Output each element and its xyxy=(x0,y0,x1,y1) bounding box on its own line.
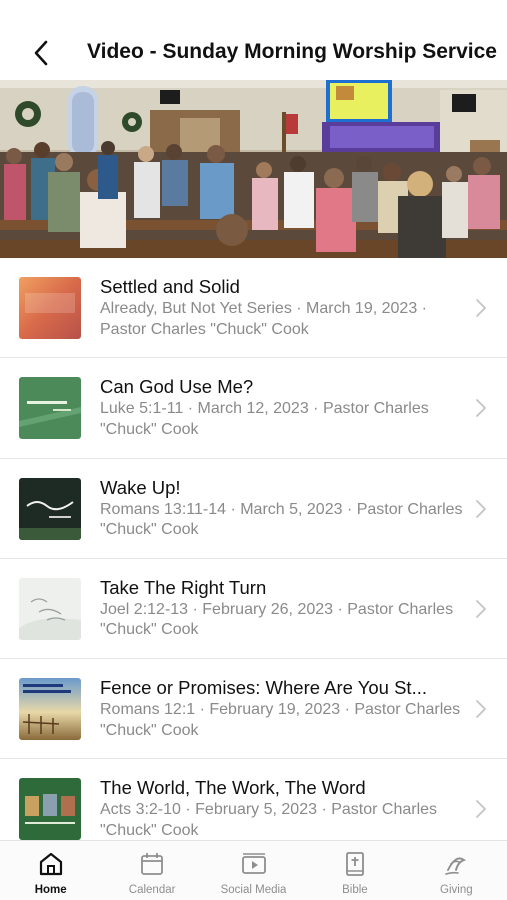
sermon-list-item[interactable]: Take The Right Turn Joel 2:12-13 · Febru… xyxy=(0,559,507,660)
tab-label: Bible xyxy=(342,884,368,896)
sermon-list-item[interactable]: Wake Up! Romans 13:11-14 · March 5, 2023… xyxy=(0,459,507,559)
chevron-right-icon xyxy=(476,499,486,518)
sermon-thumbnail xyxy=(19,477,81,540)
sermon-thumbnail xyxy=(19,778,81,840)
church-interior-image xyxy=(0,80,507,258)
chevron-right-icon xyxy=(476,299,486,317)
sermon-list-item[interactable]: Fence or Promises: Where Are You St... R… xyxy=(0,659,507,760)
sermon-title: The World, The Work, The Word xyxy=(100,777,366,799)
sermon-artwork-image xyxy=(19,477,81,540)
sermon-list-item[interactable]: Can God Use Me? Luke 5:1-11 · March 12, … xyxy=(0,358,507,459)
chevron-right-icon xyxy=(476,800,486,819)
tab-giving[interactable]: Giving xyxy=(406,841,507,900)
sermon-thumbnail xyxy=(19,377,81,440)
calendar-icon xyxy=(141,853,164,875)
tab-social-media[interactable]: Social Media xyxy=(203,841,304,900)
page-title: Video - Sunday Morning Worship Service xyxy=(87,40,497,63)
back-button[interactable] xyxy=(26,36,56,70)
sermon-thumbnail xyxy=(19,678,81,741)
tab-label: Giving xyxy=(440,884,473,896)
sermon-artwork-image xyxy=(19,577,81,640)
sermon-subtitle: Luke 5:1-11 · March 12, 2023 · Pastor Ch… xyxy=(100,400,429,438)
sermon-title: Can God Use Me? xyxy=(100,376,254,398)
home-icon xyxy=(39,852,62,876)
sermon-thumbnail xyxy=(19,577,81,640)
video-play-icon xyxy=(241,853,266,874)
tab-bible[interactable]: Bible xyxy=(304,841,405,900)
chevron-left-icon xyxy=(34,40,48,66)
tab-label: Calendar xyxy=(128,884,176,896)
sermon-subtitle: Romans 12:1 · February 19, 2023 · Pastor… xyxy=(100,701,461,739)
sermon-list-item[interactable]: The World, The Work, The Word Acts 3:2-1… xyxy=(0,759,507,840)
sermon-subtitle: Joel 2:12-13 · February 26, 2023 · Pasto… xyxy=(100,600,454,639)
chevron-right-icon xyxy=(476,599,486,618)
chevron-right-icon xyxy=(476,399,486,418)
tab-label: Social Media xyxy=(220,884,287,896)
top-nav-bar: Video - Sunday Morning Worship Service xyxy=(0,0,507,80)
sermon-subtitle: Romans 13:11-14 · March 5, 2023 · Pastor… xyxy=(100,500,463,539)
tab-calendar[interactable]: Calendar xyxy=(101,841,202,900)
chevron-right-icon xyxy=(476,700,486,719)
sermon-subtitle: Already, But Not Yet Series · March 19, … xyxy=(100,300,427,338)
sermon-subtitle: Acts 3:2-10 · February 5, 2023 · Pastor … xyxy=(100,801,438,839)
sermon-thumbnail xyxy=(19,277,81,339)
sermon-title: Fence or Promises: Where Are You St... xyxy=(100,677,427,699)
hero-video-thumbnail[interactable] xyxy=(0,80,507,258)
bible-icon xyxy=(346,852,364,876)
sermon-artwork-image xyxy=(19,678,81,741)
sermon-artwork-image xyxy=(19,377,81,440)
sermon-title: Take The Right Turn xyxy=(100,576,267,598)
tab-label: Home xyxy=(34,884,67,896)
sermon-title: Wake Up! xyxy=(100,476,181,498)
sermon-title: Settled and Solid xyxy=(100,276,240,297)
bottom-tab-bar: Home Calendar Social Media Bible Giving xyxy=(0,840,507,900)
sermon-list: Settled and Solid Already, But Not Yet S… xyxy=(0,258,507,840)
sermon-artwork-image xyxy=(19,277,81,339)
sermon-artwork-image xyxy=(19,778,81,840)
tab-home[interactable]: Home xyxy=(0,841,101,900)
sermon-list-item[interactable]: Settled and Solid Already, But Not Yet S… xyxy=(0,258,507,359)
giving-icon xyxy=(445,857,467,875)
